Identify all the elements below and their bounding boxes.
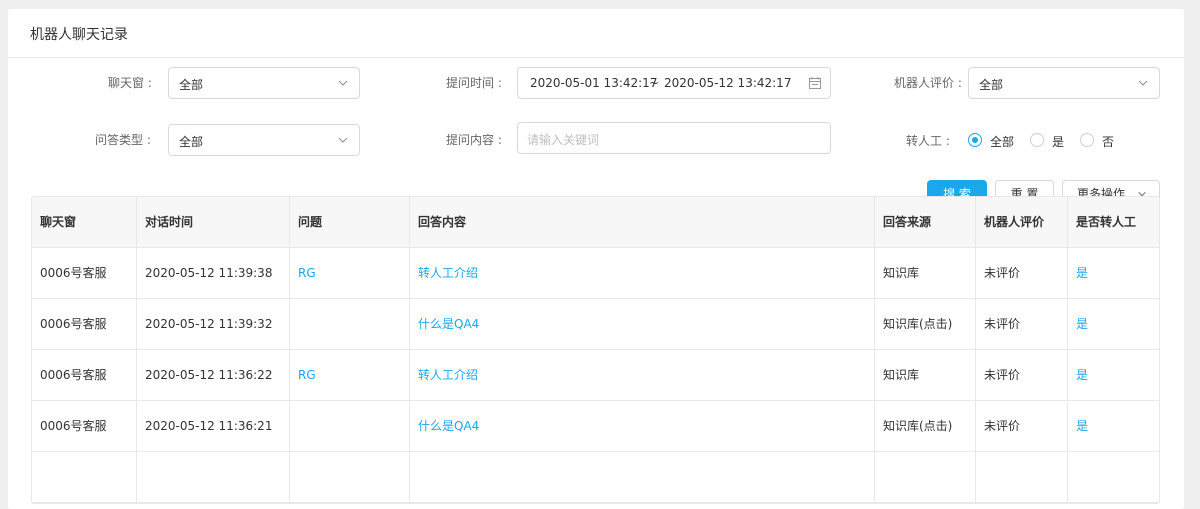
header-transfer-human: 是否转人工 [1076, 215, 1137, 229]
cell-transfer-human [1068, 452, 1159, 502]
ask-content-placeholder: 请输入关键词 [527, 133, 600, 147]
cell-robot-rating: 未评价 [976, 299, 1068, 349]
chevron-down-icon [1138, 80, 1148, 86]
ask-time-label: 提问时间 : [446, 76, 502, 90]
cell-chat-window: 0006号客服 [32, 299, 137, 349]
cell-answer [410, 452, 875, 502]
cell-question [290, 452, 410, 502]
chat-window-select[interactable]: 全部 [168, 67, 360, 99]
chevron-down-icon [338, 137, 348, 143]
chat-records-card: 机器人聊天记录 聊天窗 : 全部 提问时间 : 2020-05-01 13:42… [8, 9, 1184, 509]
table-row: 0006号客服 2020-05-12 11:39:32 什么是QA4 知识库(点… [32, 299, 1159, 350]
radio-circle-icon [1080, 133, 1094, 147]
table-row [32, 452, 1159, 503]
cell-question-link[interactable] [290, 299, 410, 349]
radio-transfer-yes-label: 是 [1052, 135, 1065, 149]
cell-transfer-human-link[interactable]: 是 [1068, 299, 1159, 349]
table-row: 0006号客服 2020-05-12 11:39:38 RG 转人工介绍 知识库… [32, 248, 1159, 299]
table-row: 0006号客服 2020-05-12 11:36:21 什么是QA4 知识库(点… [32, 401, 1159, 452]
cell-chat-window: 0006号客服 [32, 401, 137, 451]
cell-answer-link[interactable]: 转人工介绍 [410, 350, 875, 400]
cell-answer-source: 知识库(点击) [875, 299, 976, 349]
cell-robot-rating: 未评价 [976, 248, 1068, 298]
ask-time-start: 2020-05-01 13:42:17 [530, 76, 658, 90]
radio-circle-icon [1030, 133, 1044, 147]
radio-circle-icon [968, 133, 982, 147]
cell-dialog-time: 2020-05-12 11:36:22 [137, 350, 290, 400]
radio-transfer-no-label: 否 [1102, 135, 1115, 149]
cell-answer-link[interactable]: 什么是QA4 [410, 401, 875, 451]
cell-chat-window: 0006号客服 [32, 350, 137, 400]
chat-records-table: 聊天窗 对话时间 问题 回答内容 回答来源 机器人评价 是否转人工 0006号客… [31, 196, 1160, 504]
page-title: 机器人聊天记录 [30, 27, 128, 43]
cell-transfer-human-link[interactable]: 是 [1068, 401, 1159, 451]
header-dialog-time: 对话时间 [137, 197, 290, 247]
table-row: 0006号客服 2020-05-12 11:36:22 RG 转人工介绍 知识库… [32, 350, 1159, 401]
cell-answer-link[interactable]: 转人工介绍 [410, 248, 875, 298]
cell-question-link[interactable]: RG [290, 350, 410, 400]
cell-answer-link[interactable]: 什么是QA4 [410, 299, 875, 349]
cell-chat-window [32, 452, 137, 502]
robot-rating-value: 全部 [979, 78, 1004, 92]
cell-dialog-time [137, 452, 290, 502]
header-answer-content: 回答内容 [410, 197, 875, 247]
table-header: 聊天窗 对话时间 问题 回答内容 回答来源 机器人评价 是否转人工 [32, 197, 1159, 248]
chat-window-label: 聊天窗 : [108, 76, 152, 90]
cell-dialog-time: 2020-05-12 11:39:32 [137, 299, 290, 349]
chat-window-value: 全部 [179, 78, 204, 92]
cell-answer-source: 知识库(点击) [875, 401, 976, 451]
ask-content-label: 提问内容 : [446, 133, 502, 147]
ask-time-range-picker[interactable]: 2020-05-01 13:42:17 ~ 2020-05-12 13:42:1… [517, 67, 831, 99]
radio-transfer-all-label: 全部 [990, 135, 1015, 149]
cell-robot-rating [976, 452, 1068, 502]
ask-time-end: 2020-05-12 13:42:17 [664, 76, 792, 90]
cell-robot-rating: 未评价 [976, 350, 1068, 400]
qa-type-select[interactable]: 全部 [168, 124, 360, 156]
cell-robot-rating: 未评价 [976, 401, 1068, 451]
calendar-icon [809, 77, 821, 89]
cell-transfer-human-link[interactable]: 是 [1068, 248, 1159, 298]
cell-dialog-time: 2020-05-12 11:39:38 [137, 248, 290, 298]
cell-answer-source [875, 452, 976, 502]
cell-transfer-human-link[interactable]: 是 [1068, 350, 1159, 400]
ask-time-separator: ~ [649, 76, 660, 90]
cell-dialog-time: 2020-05-12 11:36:21 [137, 401, 290, 451]
header-question: 问题 [290, 197, 410, 247]
cell-question-link[interactable] [290, 401, 410, 451]
cell-answer-source: 知识库 [875, 350, 976, 400]
header-chat-window: 聊天窗 [32, 197, 137, 247]
title-divider [8, 57, 1184, 58]
cell-answer-source: 知识库 [875, 248, 976, 298]
chevron-down-icon [338, 80, 348, 86]
robot-rating-label: 机器人评价 : [894, 76, 962, 90]
header-answer-source: 回答来源 [875, 197, 976, 247]
robot-rating-select[interactable]: 全部 [968, 67, 1160, 99]
qa-type-label: 问答类型 : [95, 133, 151, 147]
cell-chat-window: 0006号客服 [32, 248, 137, 298]
ask-content-input[interactable]: 请输入关键词 [517, 122, 831, 154]
qa-type-value: 全部 [179, 135, 204, 149]
cell-question-link[interactable]: RG [290, 248, 410, 298]
transfer-human-label: 转人工 : [906, 134, 950, 148]
header-robot-rating: 机器人评价 [976, 197, 1068, 247]
transfer-human-radio-group: 全部 是 否 [968, 132, 1168, 149]
